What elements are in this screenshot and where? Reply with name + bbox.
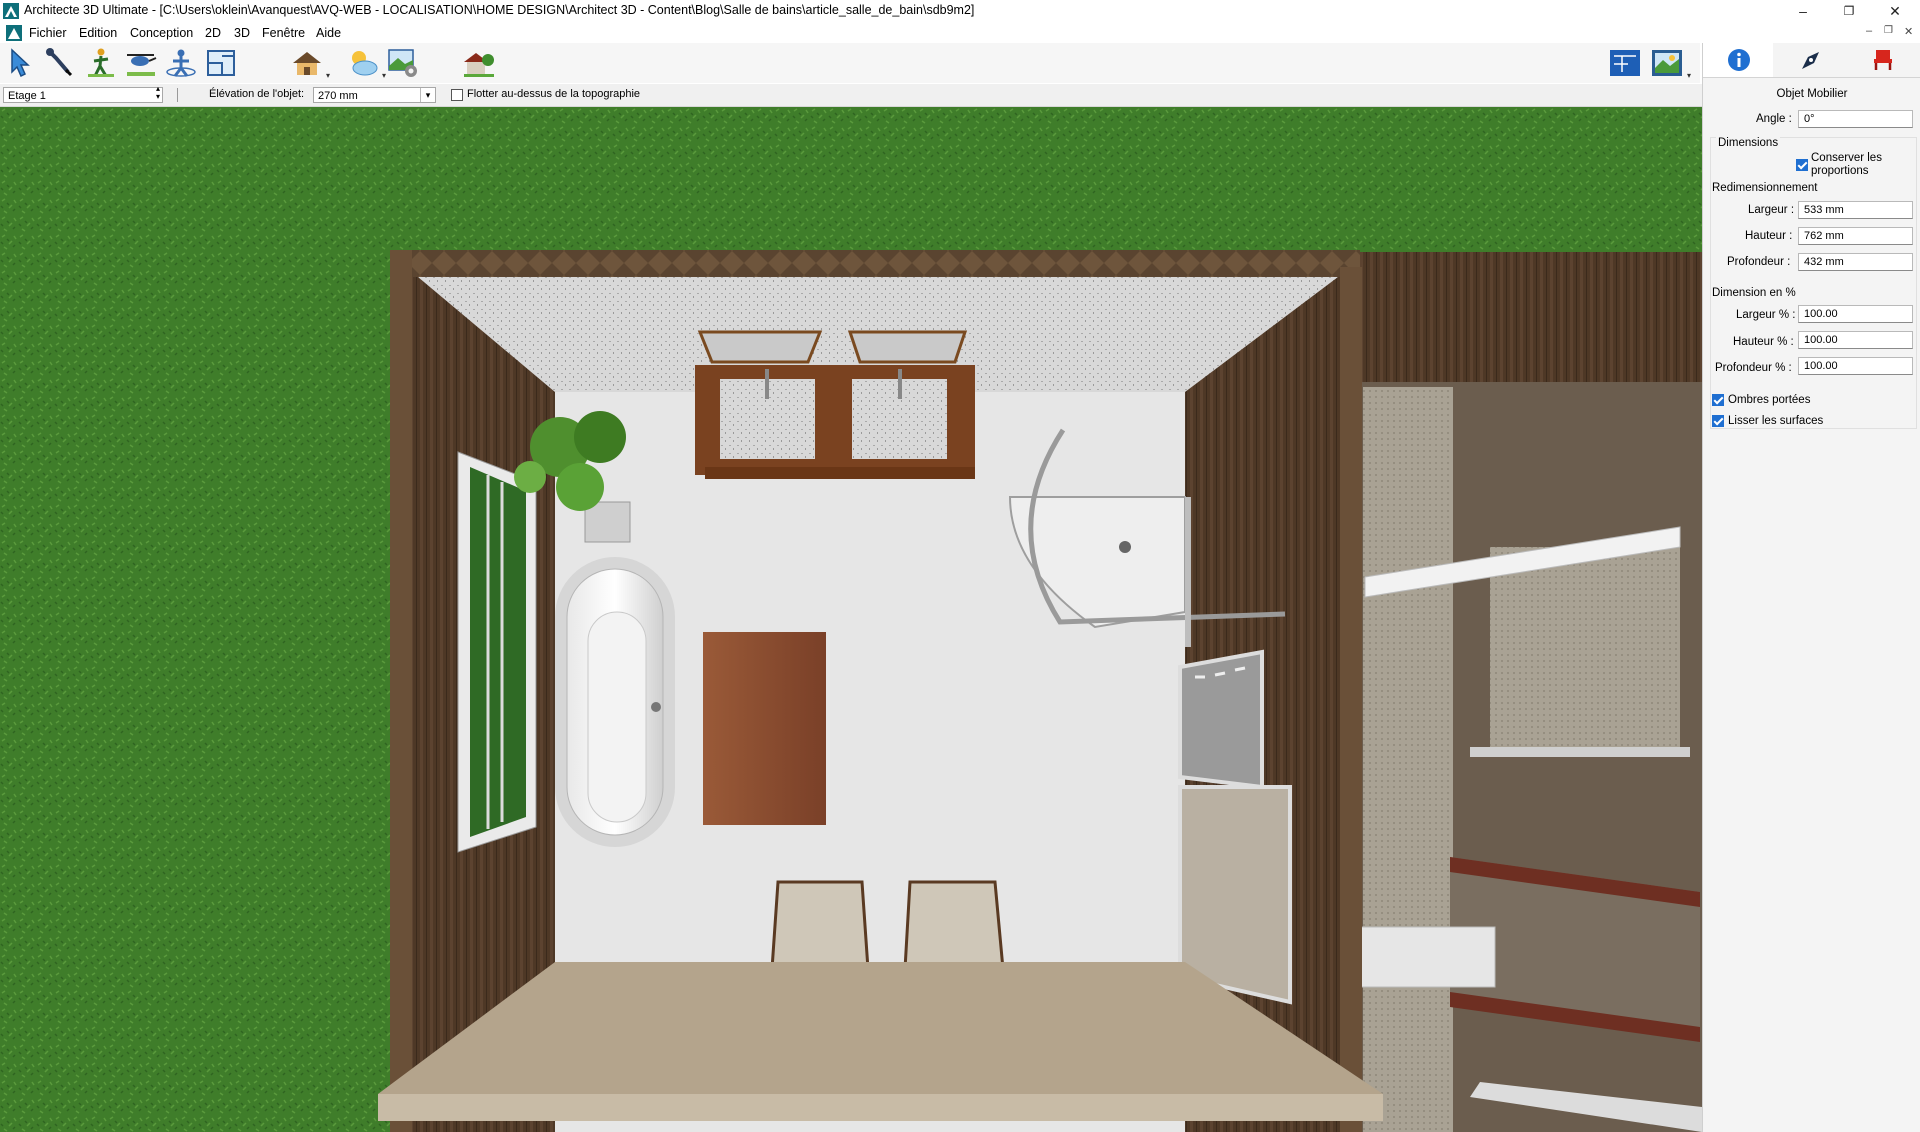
width-label: Largeur : bbox=[1748, 204, 1795, 216]
object-type-label: Objet Mobilier bbox=[1776, 88, 1848, 100]
menu-2d[interactable]: 2D bbox=[205, 26, 221, 40]
orbit-view-icon[interactable] bbox=[164, 46, 198, 80]
partition-wall-front bbox=[378, 1094, 1383, 1121]
house-dropdown-icon[interactable]: ▾ bbox=[326, 71, 330, 80]
garden-house-icon[interactable] bbox=[462, 46, 496, 80]
angle-input[interactable]: 0° bbox=[1798, 110, 1913, 128]
shadows-checkbox[interactable] bbox=[1712, 394, 1724, 406]
menu-3d[interactable]: 3D bbox=[234, 26, 250, 40]
menu-fenetre[interactable]: Fenêtre bbox=[262, 26, 305, 40]
elevation-select[interactable]: 270 mm ▾ bbox=[313, 87, 436, 103]
walk-person-icon[interactable] bbox=[84, 46, 118, 80]
depth-pct-label: Profondeur % : bbox=[1715, 362, 1792, 374]
menu-conception[interactable]: Conception bbox=[130, 26, 193, 40]
percent-header: Dimension en % bbox=[1712, 287, 1796, 299]
smooth-surfaces-label: Lisser les surfaces bbox=[1728, 415, 1824, 427]
smooth-surfaces-checkbox[interactable] bbox=[1712, 415, 1724, 427]
float-checkbox[interactable] bbox=[451, 89, 463, 101]
window-glass bbox=[470, 467, 526, 837]
height-pct-input[interactable]: 100.00 bbox=[1798, 331, 1913, 349]
corridor-carpet bbox=[1363, 387, 1453, 1132]
bathtub[interactable] bbox=[555, 557, 675, 847]
door-upper bbox=[1178, 649, 1264, 790]
elevation-dropdown-icon[interactable]: ▾ bbox=[420, 88, 435, 102]
wall-left-edge bbox=[390, 250, 412, 1132]
floor-plan-icon[interactable] bbox=[204, 46, 238, 80]
main-toolbar: ▾ ▾ ▾ bbox=[0, 43, 1700, 83]
close-button[interactable]: ✕ bbox=[1872, 0, 1918, 23]
height-input[interactable]: 762 mm bbox=[1798, 227, 1913, 245]
angle-label: Angle : bbox=[1756, 113, 1792, 125]
resize-header: Redimensionnement bbox=[1712, 182, 1818, 194]
stool-left[interactable] bbox=[770, 880, 870, 971]
float-label: Flotter au-dessus de la topographie bbox=[467, 88, 641, 100]
wall-right-edge bbox=[1340, 267, 1362, 1132]
3d-scene[interactable] bbox=[0, 107, 1702, 1132]
info-icon bbox=[1728, 49, 1750, 71]
weather-icon[interactable] bbox=[346, 46, 380, 80]
menu-aide[interactable]: Aide bbox=[316, 26, 341, 40]
dimensions-header: Dimensions bbox=[1716, 137, 1781, 149]
window-title: Architecte 3D Ultimate - [C:\Users\oklei… bbox=[24, 3, 975, 17]
landscape-settings-icon[interactable] bbox=[386, 46, 420, 80]
depth-label: Profondeur : bbox=[1727, 256, 1791, 268]
document-icon bbox=[6, 25, 22, 41]
railing-lower bbox=[1359, 926, 1496, 988]
height-label: Hauteur : bbox=[1745, 230, 1793, 242]
floor-select[interactable]: Etage 1 ▴ ▾ bbox=[3, 85, 163, 103]
height-pct-label: Hauteur % : bbox=[1733, 336, 1794, 348]
elevation-value: 270 mm bbox=[318, 90, 358, 102]
tab-style[interactable] bbox=[1775, 43, 1845, 77]
eyedropper-icon[interactable] bbox=[42, 46, 76, 80]
3d-picture-view-icon[interactable] bbox=[1650, 46, 1684, 80]
properties-panel: Objet Mobilier Angle : 0° Dimensions Con… bbox=[1702, 43, 1920, 1132]
app-logo-icon bbox=[3, 3, 19, 19]
width-pct-label: Largeur % : bbox=[1736, 309, 1796, 321]
toolbar-separator bbox=[177, 88, 178, 102]
2d-plan-view-icon[interactable] bbox=[1608, 46, 1642, 80]
keep-proportions-label: Conserver les proportions bbox=[1811, 152, 1882, 177]
doc-close-button[interactable]: ✕ bbox=[1904, 25, 1913, 38]
floor-select-value: Etage 1 bbox=[8, 90, 46, 102]
options-bar: Etage 1 ▴ ▾ Élévation de l'objet: 270 mm… bbox=[0, 84, 1702, 107]
width-pct-input[interactable]: 100.00 bbox=[1798, 305, 1913, 323]
width-input[interactable]: 533 mm bbox=[1798, 201, 1913, 219]
pen-nib-icon bbox=[1802, 52, 1819, 69]
lower-room-floor bbox=[555, 1121, 1185, 1132]
house-build-icon[interactable] bbox=[290, 46, 324, 80]
elevation-label: Élévation de l'objet: bbox=[209, 88, 305, 100]
chair-icon bbox=[1874, 50, 1892, 70]
doc-minimize-button[interactable]: – bbox=[1866, 25, 1872, 37]
maximize-button[interactable]: ❐ bbox=[1826, 0, 1872, 23]
tab-divider bbox=[1703, 77, 1920, 78]
title-bar: Architecte 3D Ultimate - [C:\Users\oklei… bbox=[0, 0, 1920, 23]
bath-rug[interactable] bbox=[703, 632, 826, 825]
landing-edge bbox=[1470, 747, 1690, 757]
doc-restore-button[interactable]: ❐ bbox=[1884, 25, 1893, 36]
shadows-label: Ombres portées bbox=[1728, 394, 1811, 406]
select-arrow-icon[interactable] bbox=[4, 46, 38, 80]
keep-proportions-checkbox[interactable] bbox=[1796, 159, 1808, 171]
3d-viewport[interactable] bbox=[0, 107, 1702, 1132]
tab-info[interactable] bbox=[1703, 43, 1773, 77]
menu-bar: Fichier Edition Conception 2D 3D Fenêtre… bbox=[0, 23, 1920, 43]
stair-landing bbox=[1490, 547, 1680, 747]
stool-right[interactable] bbox=[903, 880, 1005, 971]
menu-fichier[interactable]: Fichier bbox=[29, 26, 67, 40]
adjacent-wall bbox=[1360, 252, 1702, 382]
depth-pct-input[interactable]: 100.00 bbox=[1798, 357, 1913, 375]
minimize-button[interactable]: – bbox=[1780, 0, 1826, 23]
dimensions-group bbox=[1710, 137, 1917, 429]
tab-object[interactable] bbox=[1847, 43, 1917, 77]
depth-input[interactable]: 432 mm bbox=[1798, 253, 1913, 271]
view-dropdown-icon[interactable]: ▾ bbox=[1687, 71, 1691, 80]
helicopter-view-icon[interactable] bbox=[124, 46, 158, 80]
spin-down-icon[interactable]: ▾ bbox=[156, 93, 160, 101]
menu-edition[interactable]: Edition bbox=[79, 26, 117, 40]
